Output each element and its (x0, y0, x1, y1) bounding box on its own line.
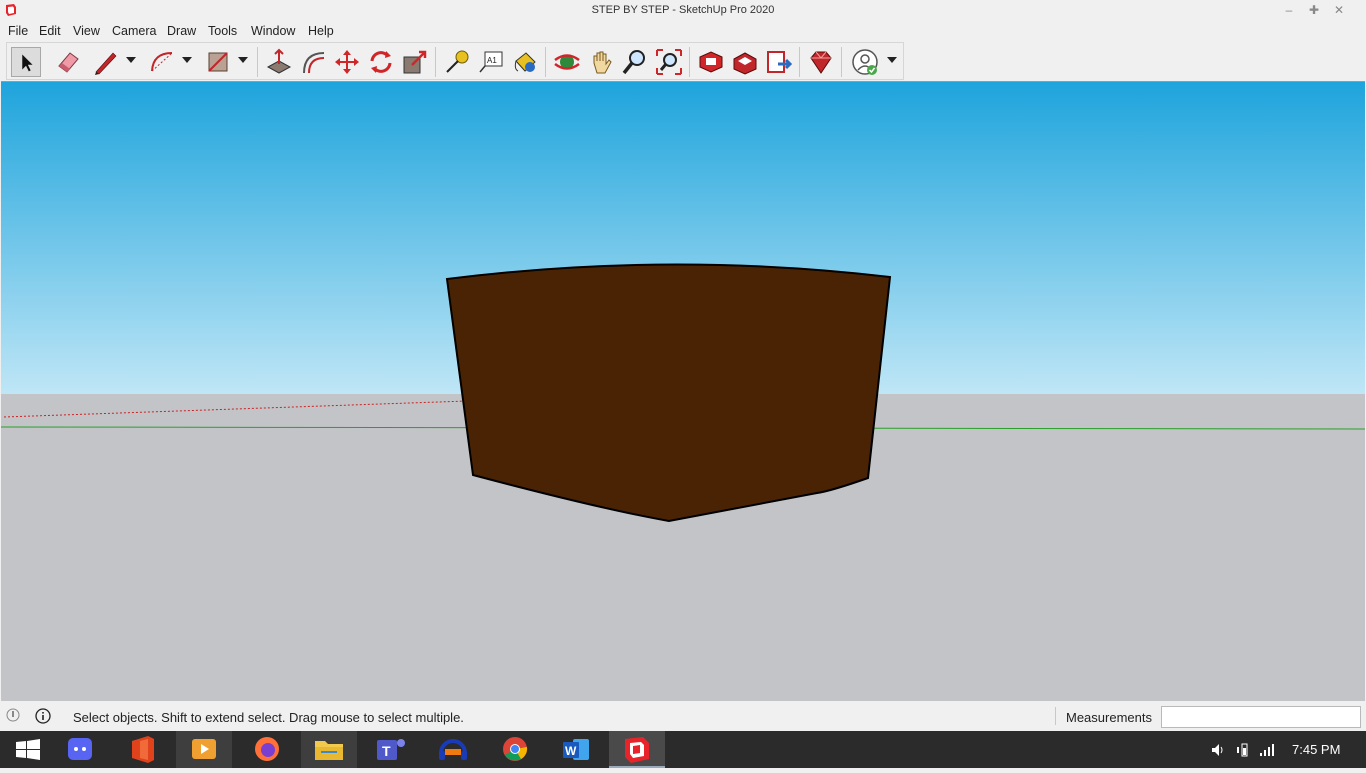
office-icon[interactable] (114, 731, 170, 768)
offset-tool-icon[interactable] (298, 47, 328, 77)
toolbar-separator (435, 47, 436, 77)
rectangle-dropdown-chevron-icon[interactable] (236, 53, 250, 67)
close-button[interactable]: ✕ (1331, 2, 1347, 18)
push-pull-tool-icon[interactable] (264, 47, 294, 77)
arc-dropdown-chevron-icon[interactable] (180, 53, 194, 67)
zoom-tool-icon[interactable] (620, 47, 650, 77)
windows-taskbar: T W 7:45 PM (0, 731, 1366, 768)
menu-help[interactable]: Help (306, 24, 336, 38)
windows-start-icon[interactable] (0, 731, 56, 768)
media-player-taskbar-item[interactable] (176, 731, 232, 768)
battery-icon[interactable] (1236, 742, 1252, 758)
firefox-icon[interactable] (239, 731, 295, 768)
line-dropdown-chevron-icon[interactable] (124, 53, 138, 67)
maximize-button[interactable]: ✚ (1306, 2, 1322, 18)
minimize-button[interactable]: – (1281, 2, 1297, 18)
pencil-line-tool-icon[interactable] (91, 47, 121, 77)
pan-tool-icon[interactable] (586, 47, 616, 77)
svg-text:T: T (382, 743, 391, 759)
file-explorer-icon (315, 741, 343, 760)
menu-camera[interactable]: Camera (110, 24, 158, 38)
scale-tool-icon[interactable] (400, 47, 430, 77)
account-dropdown-chevron-icon[interactable] (885, 53, 899, 67)
toolbar-separator (799, 47, 800, 77)
menu-view[interactable]: View (71, 24, 102, 38)
word-icon[interactable]: W (549, 731, 605, 768)
menu-tools[interactable]: Tools (206, 24, 239, 38)
teams-icon[interactable]: T (363, 731, 419, 768)
media-player-icon (192, 739, 216, 759)
rectangle-tool-icon[interactable] (203, 47, 233, 77)
svg-text:W: W (565, 744, 577, 758)
toolbar-separator (841, 47, 842, 77)
rotate-tool-icon[interactable] (366, 47, 396, 77)
menu-window[interactable]: Window (249, 24, 297, 38)
measurements-input[interactable] (1161, 706, 1361, 728)
orbit-tool-icon[interactable] (552, 47, 582, 77)
svg-text:A1: A1 (487, 56, 497, 65)
sketchup-icon (625, 737, 649, 763)
layout-send-icon[interactable] (764, 47, 794, 77)
title-bar: STEP BY STEP - SketchUp Pro 2020 – ✚ ✕ (0, 0, 1366, 22)
status-message: Select objects. Shift to extend select. … (73, 710, 464, 725)
3d-warehouse-icon[interactable] (696, 47, 726, 77)
volume-icon[interactable] (1210, 742, 1226, 758)
move-tool-icon[interactable] (332, 47, 362, 77)
toolbar-separator (545, 47, 546, 77)
audacity-icon[interactable] (425, 731, 481, 768)
toolbar-separator (257, 47, 258, 77)
text-tool-icon[interactable]: A1 (476, 47, 506, 77)
menu-bar: File Edit View Camera Draw Tools Window … (0, 22, 1366, 42)
instructor-info-icon[interactable] (35, 708, 51, 724)
select-tool-icon[interactable] (11, 47, 41, 77)
toolbar-separator (689, 47, 690, 77)
status-separator (1055, 707, 1056, 725)
paint-bucket-tool-icon[interactable] (510, 47, 540, 77)
3d-viewport[interactable] (1, 81, 1365, 701)
zoom-extents-tool-icon[interactable] (654, 47, 684, 77)
menu-file[interactable]: File (6, 24, 30, 38)
status-bar: Select objects. Shift to extend select. … (0, 701, 1366, 731)
discord-icon[interactable] (52, 731, 108, 768)
eraser-tool-icon[interactable] (53, 47, 83, 77)
tape-measure-tool-icon[interactable] (442, 47, 472, 77)
menu-edit[interactable]: Edit (37, 24, 63, 38)
brown-shape[interactable] (445, 263, 892, 523)
extension-manager-icon[interactable] (806, 47, 836, 77)
account-icon[interactable] (850, 47, 880, 77)
arc-tool-icon[interactable] (147, 47, 177, 77)
sketchup-taskbar-item[interactable] (609, 731, 665, 768)
network-signal-icon[interactable] (1259, 742, 1275, 758)
extension-warehouse-icon[interactable] (730, 47, 760, 77)
model-canvas[interactable] (1, 82, 1365, 701)
main-toolbar: A1 (6, 42, 904, 80)
file-explorer-taskbar-item[interactable] (301, 731, 357, 768)
chrome-icon[interactable] (487, 731, 543, 768)
window-title: STEP BY STEP - SketchUp Pro 2020 (591, 4, 775, 16)
measurements-label: Measurements (1066, 710, 1152, 725)
taskbar-clock[interactable]: 7:45 PM (1292, 742, 1340, 757)
menu-draw[interactable]: Draw (165, 24, 198, 38)
geo-location-icon[interactable] (6, 708, 20, 722)
